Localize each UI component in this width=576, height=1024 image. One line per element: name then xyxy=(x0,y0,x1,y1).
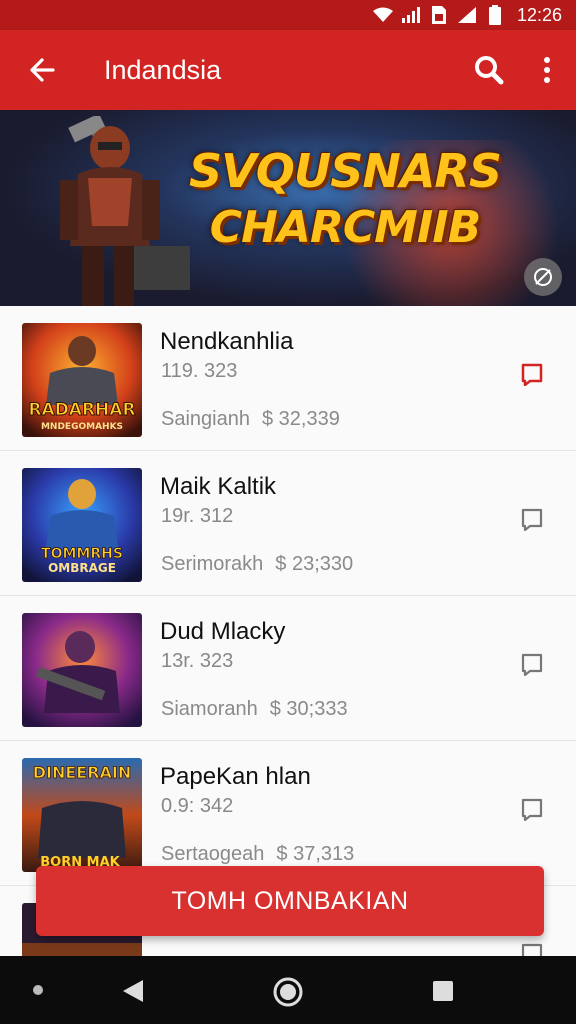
game-thumbnail: RADARHAR MNDEGOMAHKS xyxy=(22,323,142,437)
item-meta: Siamoranh $ 30;333 xyxy=(161,698,348,721)
list-item[interactable]: DINEERAIN BORN MAK PapeKan hlan 0.9: 342… xyxy=(0,741,576,886)
nav-home-button[interactable] xyxy=(270,974,306,1010)
nav-recents-button[interactable] xyxy=(430,978,456,1004)
item-meta: Saingianh $ 32,339 xyxy=(161,408,340,431)
app-bar: Indandsia xyxy=(0,30,576,110)
dot-icon xyxy=(33,985,43,995)
status-time: 12:26 xyxy=(516,4,562,25)
bookmark-outline-icon xyxy=(521,798,543,821)
bookmark-button[interactable] xyxy=(518,360,546,388)
thumb-title: DINEERAIN xyxy=(33,763,132,782)
thumb-title: TOMMRHS xyxy=(41,546,123,562)
item-name: PapeKan hlan xyxy=(160,763,311,790)
triangle-back-icon xyxy=(123,980,143,1002)
item-sub: 119. 323 xyxy=(161,360,238,382)
circle-home-icon xyxy=(273,977,303,1007)
banner-title-line2: CHARCMIIB xyxy=(209,202,481,253)
game-thumbnail xyxy=(22,613,142,727)
status-bar: 12:26 xyxy=(0,0,576,30)
item-name: Dud Mlacky xyxy=(160,618,286,645)
featured-banner[interactable]: SVQUSNARS CHARCMIIB xyxy=(0,110,576,306)
system-nav-bar xyxy=(0,956,576,1024)
item-seller: Saingianh xyxy=(161,408,250,430)
bookmark-button[interactable] xyxy=(518,795,546,823)
thumb-subtitle: MNDEGOMAHKS xyxy=(41,422,123,432)
arrow-left-icon xyxy=(30,58,55,82)
item-price: $ 32,339 xyxy=(261,408,340,430)
signal-icon xyxy=(457,5,477,25)
item-price: $ 37,313 xyxy=(276,843,355,865)
warrior-figure-image xyxy=(60,116,190,306)
battery-icon xyxy=(485,5,505,25)
bookmark-filled-icon xyxy=(521,363,543,386)
list-item[interactable]: Dud Mlacky 13r. 323 Siamoranh $ 30;333 xyxy=(0,596,576,741)
item-price: $ 23;330 xyxy=(275,553,354,575)
game-thumbnail: DINEERAIN BORN MAK xyxy=(22,758,142,872)
item-meta: Sertaogeah $ 37,313 xyxy=(161,843,354,866)
page-title: Indandsia xyxy=(104,54,222,85)
bookmark-button[interactable] xyxy=(518,505,546,533)
more-options-button[interactable] xyxy=(518,30,576,110)
item-sub: 13r. 323 xyxy=(161,650,234,672)
back-button[interactable] xyxy=(0,30,84,110)
item-sub: 0.9: 342 xyxy=(161,795,234,817)
more-vert-icon xyxy=(544,57,550,83)
share-button[interactable] xyxy=(524,258,562,296)
primary-action-button[interactable]: TOMH OMNBAKIAN xyxy=(36,866,544,936)
game-thumbnail: TOMMRHS OMBRAGE xyxy=(22,468,142,582)
item-seller: Siamoranh xyxy=(161,698,258,720)
screen: 12:26 Indandsia SVQUSNARS CHARCMIIB RADA… xyxy=(0,0,576,1024)
item-name: Maik Kaltik xyxy=(160,473,277,500)
nav-back-button[interactable] xyxy=(118,976,148,1006)
share-icon xyxy=(534,268,552,286)
search-button[interactable] xyxy=(460,30,518,110)
signal-icon xyxy=(401,5,421,25)
item-meta: Serimorakh $ 23;330 xyxy=(161,553,353,576)
item-name: Nendkanhlia xyxy=(160,328,294,355)
banner-title-line1: SVQUSNARS xyxy=(189,144,502,198)
wifi-icon xyxy=(372,5,393,25)
thumb-subtitle: OMBRAGE xyxy=(48,561,116,575)
square-recents-icon xyxy=(433,981,453,1001)
search-icon xyxy=(475,56,504,85)
bookmark-button[interactable] xyxy=(518,650,546,678)
item-sub: 19r. 312 xyxy=(161,505,234,527)
sim-icon xyxy=(429,5,449,25)
item-seller: Sertaogeah xyxy=(161,843,265,865)
nav-dot-button[interactable] xyxy=(30,982,46,998)
item-price: $ 30;333 xyxy=(269,698,348,720)
bookmark-outline-icon xyxy=(521,653,543,676)
list-item[interactable]: TOMMRHS OMBRAGE Maik Kaltik 19r. 312 Ser… xyxy=(0,451,576,596)
thumb-title: RADARHAR xyxy=(28,400,135,420)
list-item[interactable]: RADARHAR MNDEGOMAHKS Nendkanhlia 119. 32… xyxy=(0,306,576,451)
bookmark-outline-icon xyxy=(521,508,543,531)
item-seller: Serimorakh xyxy=(161,553,264,575)
